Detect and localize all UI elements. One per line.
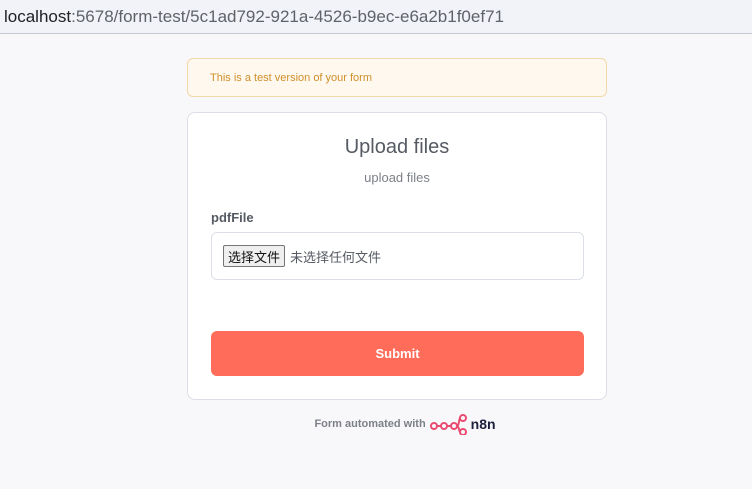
url-text[interactable]: localhost:5678/form-test/5c1ad792-921a-4… bbox=[4, 7, 504, 27]
footer-text: Form automated with bbox=[314, 418, 426, 430]
submit-button[interactable]: Submit bbox=[211, 331, 584, 376]
pdf-file-input[interactable]: 选择文件 未选择任何文件 bbox=[211, 232, 584, 280]
choose-file-button[interactable]: 选择文件 bbox=[223, 245, 286, 267]
test-version-banner: This is a test version of your form bbox=[187, 58, 607, 97]
banner-text: This is a test version of your form bbox=[210, 71, 372, 84]
n8n-brand-link[interactable]: n8n bbox=[429, 413, 496, 435]
url-path: :5678/form-test/5c1ad792-921a-4526-b9ec-… bbox=[71, 6, 504, 26]
form-card: Upload files upload files pdfFile 选择文件 未… bbox=[187, 112, 607, 400]
file-status-text: 未选择任何文件 bbox=[290, 250, 382, 266]
form-subtitle: upload files bbox=[364, 170, 430, 185]
n8n-logo-icon bbox=[429, 414, 467, 435]
url-host: localhost bbox=[4, 6, 72, 26]
footer: Form automated with n8n bbox=[0, 413, 752, 435]
form-title: Upload files bbox=[344, 136, 450, 158]
n8n-wordmark: n8n bbox=[470, 416, 496, 432]
address-bar[interactable]: localhost:5678/form-test/5c1ad792-921a-4… bbox=[0, 0, 752, 34]
pdf-file-label: pdfFile bbox=[211, 210, 254, 225]
page-content: This is a test version of your form Uplo… bbox=[0, 35, 752, 489]
